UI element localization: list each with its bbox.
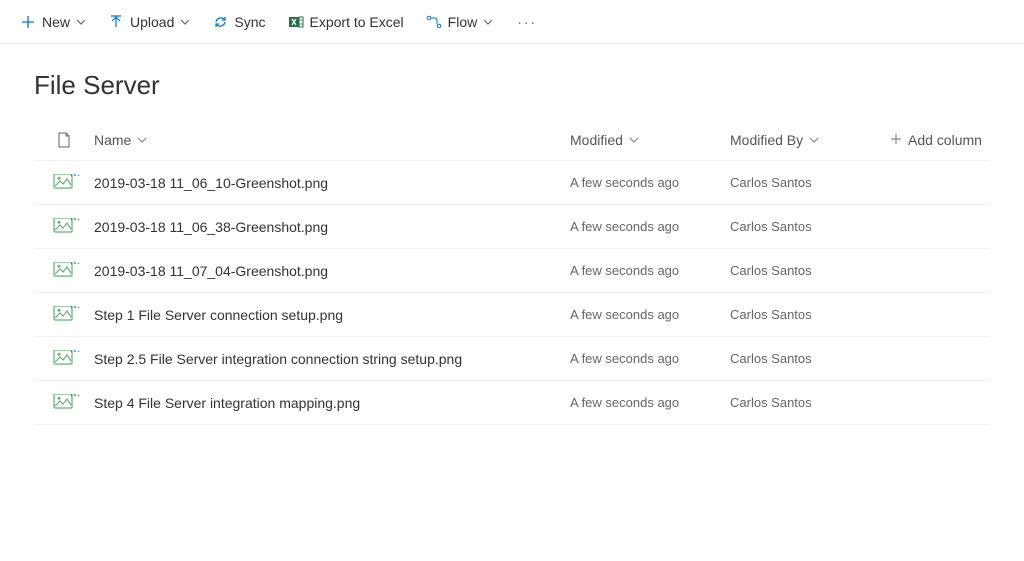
list-header-row: Name Modified Modified By	[34, 119, 990, 161]
new-button[interactable]: New	[12, 10, 94, 34]
file-name-text[interactable]: 2019-03-18 11_06_38-Greenshot.png	[94, 219, 328, 235]
chevron-down-icon	[483, 17, 493, 27]
file-type-cell	[34, 350, 94, 368]
file-type-cell	[34, 174, 94, 192]
column-header-modified-by[interactable]: Modified By	[730, 132, 890, 148]
export-excel-button[interactable]: Export to Excel	[280, 10, 412, 34]
modified-by-cell: Carlos Santos	[730, 351, 890, 366]
new-indicator-icon	[70, 350, 80, 353]
document-type-icon	[55, 131, 73, 149]
list-row[interactable]: 2019-03-18 11_07_04-Greenshot.png A few …	[34, 249, 990, 293]
modified-cell: A few seconds ago	[570, 263, 730, 278]
new-indicator-icon	[70, 218, 80, 221]
file-name-cell: 2019-03-18 11_06_10-Greenshot.png	[94, 175, 570, 191]
flow-label: Flow	[448, 14, 478, 30]
sync-icon	[212, 14, 228, 30]
plus-icon	[20, 14, 36, 30]
upload-button[interactable]: Upload	[100, 10, 198, 34]
modified-by-cell: Carlos Santos	[730, 175, 890, 190]
list-row[interactable]: Step 2.5 File Server integration connect…	[34, 337, 990, 381]
column-header-type[interactable]	[34, 131, 94, 149]
modified-cell: A few seconds ago	[570, 395, 730, 410]
modified-by-cell: Carlos Santos	[730, 263, 890, 278]
new-indicator-icon	[70, 174, 80, 177]
file-name-cell: 2019-03-18 11_06_38-Greenshot.png	[94, 219, 570, 235]
column-name-label: Name	[94, 132, 131, 148]
list-row[interactable]: Step 4 File Server integration mapping.p…	[34, 381, 990, 425]
file-name-text[interactable]: Step 2.5 File Server integration connect…	[94, 351, 462, 367]
more-actions-button[interactable]: ···	[507, 10, 547, 34]
command-bar: New Upload Sync Export to Excel Flow	[0, 0, 1024, 44]
file-name-cell: Step 4 File Server integration mapping.p…	[94, 395, 570, 411]
sync-label: Sync	[234, 14, 265, 30]
chevron-down-icon	[137, 132, 147, 148]
page-title: File Server	[0, 44, 1024, 119]
flow-icon	[426, 14, 442, 30]
file-name-text[interactable]: Step 1 File Server connection setup.png	[94, 307, 343, 323]
document-list: Name Modified Modified By	[0, 119, 1024, 425]
column-modified-by-label: Modified By	[730, 132, 803, 148]
new-indicator-icon	[70, 394, 80, 397]
file-name-text[interactable]: Step 4 File Server integration mapping.p…	[94, 395, 360, 411]
file-type-cell	[34, 262, 94, 280]
chevron-down-icon	[180, 17, 190, 27]
column-header-name[interactable]: Name	[94, 132, 570, 148]
modified-by-cell: Carlos Santos	[730, 395, 890, 410]
chevron-down-icon	[76, 17, 86, 27]
list-row[interactable]: Step 1 File Server connection setup.png …	[34, 293, 990, 337]
flow-button[interactable]: Flow	[418, 10, 502, 34]
list-row[interactable]: 2019-03-18 11_06_38-Greenshot.png A few …	[34, 205, 990, 249]
new-indicator-icon	[70, 262, 80, 265]
upload-label: Upload	[130, 14, 174, 30]
file-type-cell	[34, 306, 94, 324]
add-column-button[interactable]: Add column	[890, 132, 990, 148]
file-name-text[interactable]: 2019-03-18 11_07_04-Greenshot.png	[94, 263, 328, 279]
file-name-text[interactable]: 2019-03-18 11_06_10-Greenshot.png	[94, 175, 328, 191]
add-column-label: Add column	[908, 132, 982, 148]
modified-cell: A few seconds ago	[570, 175, 730, 190]
export-excel-label: Export to Excel	[310, 14, 404, 30]
chevron-down-icon	[629, 132, 639, 148]
upload-icon	[108, 14, 124, 30]
chevron-down-icon	[809, 132, 819, 148]
excel-icon	[288, 14, 304, 30]
file-name-cell: Step 2.5 File Server integration connect…	[94, 351, 570, 367]
modified-cell: A few seconds ago	[570, 307, 730, 322]
file-type-cell	[34, 218, 94, 236]
column-header-modified[interactable]: Modified	[570, 132, 730, 148]
list-row[interactable]: 2019-03-18 11_06_10-Greenshot.png A few …	[34, 161, 990, 205]
modified-cell: A few seconds ago	[570, 219, 730, 234]
new-indicator-icon	[70, 306, 80, 309]
file-type-cell	[34, 394, 94, 412]
plus-icon	[890, 132, 902, 148]
column-modified-label: Modified	[570, 132, 623, 148]
modified-by-cell: Carlos Santos	[730, 307, 890, 322]
modified-by-cell: Carlos Santos	[730, 219, 890, 234]
file-name-cell: 2019-03-18 11_07_04-Greenshot.png	[94, 263, 570, 279]
file-name-cell: Step 1 File Server connection setup.png	[94, 307, 570, 323]
new-label: New	[42, 14, 70, 30]
modified-cell: A few seconds ago	[570, 351, 730, 366]
sync-button[interactable]: Sync	[204, 10, 273, 34]
